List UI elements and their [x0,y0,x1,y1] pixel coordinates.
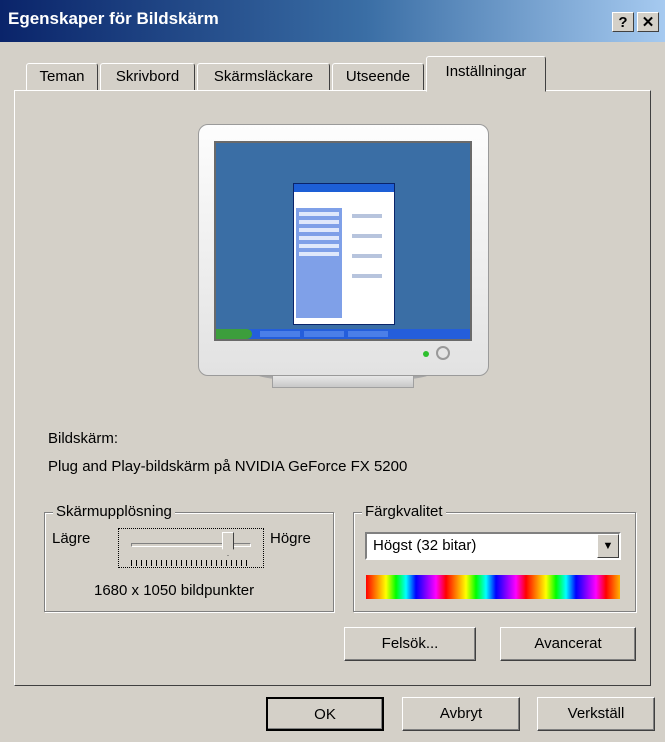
color-quality-select[interactable]: Högst (32 bitar) ▼ [365,532,621,560]
troubleshoot-button[interactable]: Felsök... [344,627,476,661]
higher-label: Högre [270,530,311,547]
resolution-value: 1680 x 1050 bildpunkter [94,582,255,599]
ok-button[interactable]: OK [266,697,384,731]
tab-teman[interactable]: Teman [26,63,98,91]
advanced-button[interactable]: Avancerat [500,627,636,661]
close-button[interactable]: ✕ [637,12,659,32]
display-name: Plug and Play-bildskärm på NVIDIA GeForc… [48,458,408,475]
resolution-group-label: Skärmupplösning [53,503,175,520]
color-quality-group-label: Färgkvalitet [362,503,446,520]
tab-utseende[interactable]: Utseende [332,63,424,91]
color-sample-bar [366,575,620,599]
monitor-preview [198,124,489,376]
power-light-icon [423,351,429,357]
display-label: Bildskärm: [48,430,119,447]
help-button[interactable]: ? [612,12,634,32]
monitor-neck [272,374,414,388]
color-quality-value: Högst (32 bitar) [373,537,477,554]
apply-button[interactable]: Verkställ [537,697,655,731]
title-bar: Egenskaper för Bildskärm ? ✕ [0,0,665,42]
chevron-down-icon[interactable]: ▼ [597,534,619,558]
slider-ticks [131,560,251,566]
tab-installningar[interactable]: Inställningar [426,56,546,92]
power-button-icon [436,346,450,360]
tab-skrivbord[interactable]: Skrivbord [100,63,195,91]
desktop-preview [214,141,472,341]
preview-window [293,183,395,325]
lower-label: Lägre [52,530,91,547]
window-title: Egenskaper för Bildskärm [8,9,219,28]
preview-taskbar [216,329,470,339]
tab-skarmslackare[interactable]: Skärmsläckare [197,63,330,91]
preview-start-button [216,329,252,339]
cancel-button[interactable]: Avbryt [402,697,520,731]
